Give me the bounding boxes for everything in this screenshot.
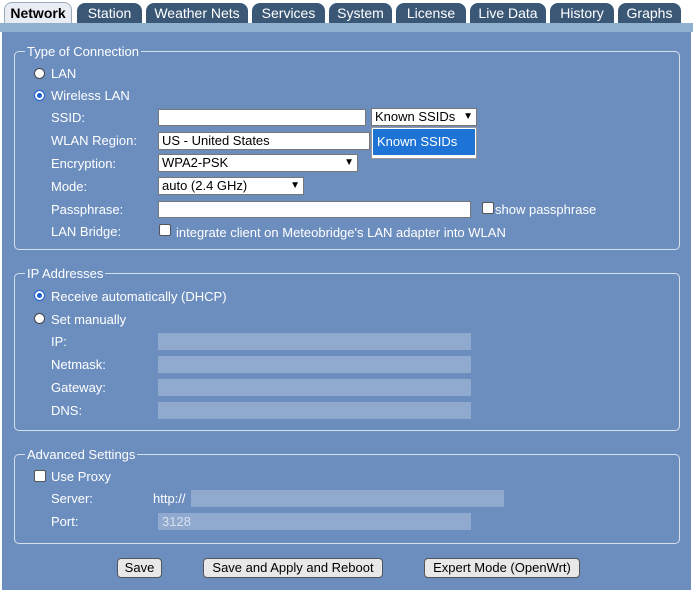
- passphrase-input[interactable]: [158, 201, 471, 218]
- wlan-region-value: US - United States: [162, 133, 270, 148]
- tab-services[interactable]: Services: [252, 3, 325, 23]
- known-ssids-dropdown: Known SSIDs: [371, 127, 477, 159]
- proxy-port-input[interactable]: 3128: [158, 513, 471, 530]
- lan-bridge-label: LAN Bridge:: [51, 224, 122, 239]
- chevron-down-icon: ▼: [290, 180, 300, 191]
- mode-label: Mode:: [51, 179, 88, 194]
- dhcp-label: Receive automatically (DHCP): [51, 289, 227, 304]
- encryption-select[interactable]: WPA2-PSK ▼: [158, 154, 358, 172]
- tab-station[interactable]: Station: [77, 3, 142, 23]
- dns-label: DNS:: [51, 403, 83, 418]
- chevron-down-icon: ▼: [344, 157, 354, 168]
- tab-underline: [0, 23, 693, 32]
- encryption-label: Encryption:: [51, 156, 117, 171]
- tab-network[interactable]: Network: [4, 2, 72, 24]
- mode-value: auto (2.4 GHz): [162, 178, 248, 193]
- passphrase-label: Passphrase:: [51, 202, 124, 217]
- netmask-label: Netmask:: [51, 357, 106, 372]
- wlan-region-select[interactable]: US - United States: [158, 132, 370, 150]
- known-ssids-option[interactable]: Known SSIDs: [373, 129, 475, 155]
- encryption-value: WPA2-PSK: [162, 155, 229, 170]
- known-ssids-select[interactable]: Known SSIDs ▼: [371, 108, 477, 126]
- wireless-lan-radio[interactable]: [34, 90, 45, 101]
- ip-label: IP:: [51, 334, 67, 349]
- tab-live-data[interactable]: Live Data: [470, 3, 546, 23]
- tab-system[interactable]: System: [329, 3, 392, 23]
- tab-weather-nets[interactable]: Weather Nets: [146, 3, 248, 23]
- save-button[interactable]: Save: [117, 558, 162, 578]
- connection-legend: Type of Connection: [27, 44, 140, 59]
- proxy-server-input[interactable]: [191, 490, 504, 507]
- show-passphrase-label: show passphrase: [495, 202, 597, 217]
- show-passphrase-checkbox[interactable]: [482, 202, 494, 214]
- mode-select[interactable]: auto (2.4 GHz) ▼: [158, 177, 304, 195]
- wlan-region-label: WLAN Region:: [51, 133, 137, 148]
- network-settings-panel: Type of Connection LAN Wireless LAN SSID…: [2, 32, 691, 590]
- gateway-input[interactable]: [158, 379, 471, 396]
- known-ssids-select-value: Known SSIDs: [375, 109, 456, 124]
- tab-license[interactable]: License: [396, 3, 466, 23]
- save-apply-reboot-button[interactable]: Save and Apply and Reboot: [203, 558, 383, 578]
- lan-radio[interactable]: [34, 68, 45, 79]
- advanced-legend: Advanced Settings: [27, 447, 136, 462]
- netmask-input[interactable]: [158, 356, 471, 373]
- use-proxy-checkbox[interactable]: [34, 470, 46, 482]
- lan-label: LAN: [51, 66, 77, 81]
- ssid-label: SSID:: [51, 110, 85, 125]
- dns-input[interactable]: [158, 402, 471, 419]
- lan-bridge-checkbox-label: integrate client on Meteobridge's LAN ad…: [176, 225, 506, 240]
- ip-input[interactable]: [158, 333, 471, 350]
- ssid-input[interactable]: [158, 109, 366, 126]
- expert-mode-button[interactable]: Expert Mode (OpenWrt): [424, 558, 580, 578]
- tab-history[interactable]: History: [550, 3, 614, 23]
- chevron-down-icon: ▼: [463, 111, 473, 122]
- manual-label: Set manually: [51, 312, 127, 327]
- use-proxy-label: Use Proxy: [51, 469, 111, 484]
- ip-legend: IP Addresses: [27, 266, 104, 281]
- manual-radio[interactable]: [34, 313, 45, 324]
- gateway-label: Gateway:: [51, 380, 106, 395]
- tab-bar: Network Station Weather Nets Services Sy…: [0, 0, 693, 24]
- tab-graphs[interactable]: Graphs: [618, 3, 681, 23]
- port-label: Port:: [51, 514, 79, 529]
- server-label: Server:: [51, 491, 93, 506]
- server-prefix: http://: [153, 491, 186, 506]
- dhcp-radio[interactable]: [34, 290, 45, 301]
- lan-bridge-checkbox[interactable]: [159, 224, 171, 236]
- wireless-lan-label: Wireless LAN: [51, 88, 130, 103]
